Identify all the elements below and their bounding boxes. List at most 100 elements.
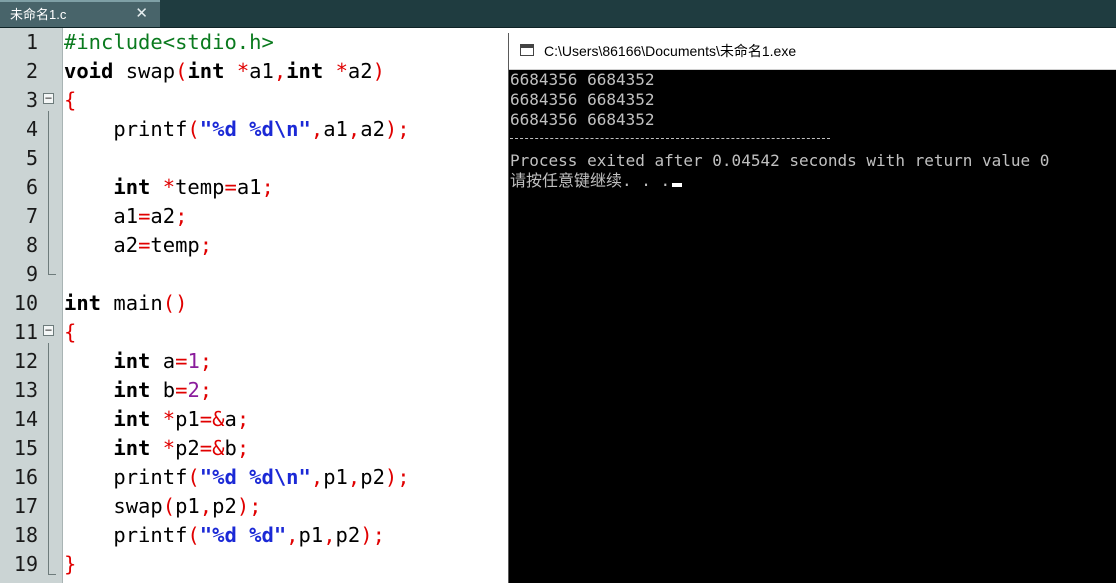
code-token: , (347, 117, 361, 141)
line-number-text: 18 (13, 523, 38, 547)
fold-range-line (48, 111, 49, 274)
line-number: 7 (0, 202, 62, 231)
code-token: printf (64, 117, 188, 141)
code-token: p2 (360, 465, 385, 489)
console-title: C:\Users\86166\Documents\未命名1.exe (544, 43, 797, 59)
code-line-3: { (64, 86, 76, 115)
code-token: = (138, 204, 151, 228)
code-token: printf (64, 523, 188, 547)
line-number: 5 (0, 144, 62, 173)
code-token: p2 (335, 523, 361, 547)
code-token: ; (236, 436, 250, 460)
line-number-text: 19 (13, 552, 38, 576)
code-line-11: { (64, 318, 76, 347)
line-number: 3− (0, 86, 62, 115)
code-line-8: a2=temp; (64, 231, 212, 260)
code-token: int (64, 291, 102, 315)
code-token: ) (372, 59, 385, 83)
console-title-bar[interactable]: C:\Users\86166\Documents\未命名1.exe (509, 33, 1116, 70)
code-token: ; (236, 407, 250, 431)
line-number: 14 (0, 405, 62, 434)
code-token: ( (187, 523, 200, 547)
fold-range-line (48, 343, 49, 574)
line-number-text: 3 (25, 88, 38, 112)
code-token: , (199, 494, 213, 518)
code-token: a2 (347, 59, 373, 83)
code-line-7: a1=a2; (64, 202, 187, 231)
code-token: int (187, 59, 225, 83)
line-number-text: 15 (13, 436, 38, 460)
line-number: 10 (0, 289, 62, 318)
code-token: #include<stdio.h> (64, 30, 274, 54)
line-number-text: 6 (25, 175, 38, 199)
code-token: ( (175, 59, 188, 83)
line-number: 11− (0, 318, 62, 347)
code-line-19: } (64, 550, 76, 579)
code-line-16: printf("%d %d\n",p1,p2); (64, 463, 409, 492)
fold-range-end (48, 274, 56, 275)
code-token: () (162, 291, 188, 315)
line-number-text: 16 (13, 465, 38, 489)
line-number-text: 17 (13, 494, 38, 518)
code-token: ; (199, 378, 213, 402)
console-line: 6684356 6684352 (510, 110, 655, 129)
code-token: , (310, 117, 324, 141)
fold-range-end (48, 574, 56, 575)
tab-source-file[interactable]: 未命名1.c ✕ (0, 0, 160, 27)
code-token: printf (64, 465, 188, 489)
tab-title: 未命名1.c (10, 7, 67, 22)
console-prompt-text: 请按任意键继续. . . (510, 171, 671, 190)
code-line-14: int *p1=&a; (64, 405, 249, 434)
line-number-text: 8 (25, 233, 38, 257)
code-line-18: printf("%d %d",p1,p2); (64, 521, 385, 550)
code-token: ); (360, 523, 385, 547)
line-number: 2 (0, 57, 62, 86)
code-token: p1 (175, 407, 200, 431)
code-token: a1 (249, 59, 274, 83)
line-number: 8 (0, 231, 62, 260)
code-token: int (113, 349, 151, 373)
code-token: p2 (212, 494, 237, 518)
code-token: , (273, 59, 287, 83)
line-number: 4 (0, 115, 62, 144)
code-line-12: int a=1; (64, 347, 212, 376)
line-number: 13 (0, 376, 62, 405)
code-token: int (113, 407, 151, 431)
fold-collapse-icon[interactable]: − (43, 324, 54, 336)
close-icon[interactable]: ✕ (135, 2, 148, 26)
line-number: 18 (0, 521, 62, 550)
console-window[interactable]: C:\Users\86166\Documents\未命名1.exe 668435… (508, 33, 1116, 583)
code-token: 2 (187, 378, 200, 402)
code-line-4: printf("%d %d\n",a1,a2); (64, 115, 409, 144)
code-token: 1 (187, 349, 200, 373)
code-token: a1 (236, 175, 262, 199)
code-token: swap (113, 59, 176, 83)
code-token: a (150, 349, 176, 373)
code-token: ); (236, 494, 262, 518)
line-number-text: 14 (13, 407, 38, 431)
code-token: = (175, 349, 188, 373)
code-token: a2 (150, 204, 176, 228)
code-token: * (162, 436, 176, 460)
line-number-text: 5 (25, 146, 38, 170)
code-line-10: int main() (64, 289, 187, 318)
code-token: * (236, 59, 250, 83)
fold-collapse-icon[interactable]: − (43, 92, 54, 104)
code-token: { (64, 320, 77, 344)
code-token: b (150, 378, 176, 402)
code-token: * (162, 407, 176, 431)
code-line-6: int *temp=a1; (64, 173, 273, 202)
code-token: ; (199, 233, 213, 257)
code-token: p1 (298, 523, 324, 547)
line-number: 16 (0, 463, 62, 492)
code-line-2: void swap(int *a1,int *a2) (64, 57, 385, 86)
line-number-text: 13 (13, 378, 38, 402)
code-token: a1 (64, 204, 139, 228)
